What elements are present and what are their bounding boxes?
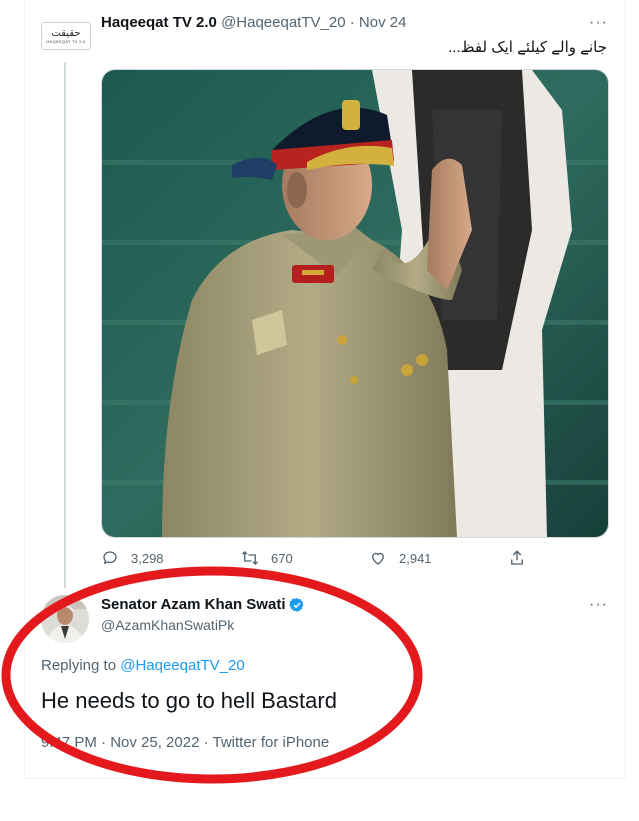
tweet1-photo[interactable] xyxy=(101,69,609,538)
tweet1-text: جانے والے کیلئے ایک لفظ... xyxy=(448,39,607,56)
general-waving-photo xyxy=(102,70,608,537)
thread-connector-line xyxy=(64,62,66,588)
tweet2-name-row: Senator Azam Khan Swati xyxy=(101,596,305,613)
profile-photo xyxy=(41,595,89,643)
avatar-logo-subtext: HAQEEQAT TV 2.0 xyxy=(46,38,86,44)
tweet2-display-name[interactable]: Senator Azam Khan Swati xyxy=(101,596,285,613)
tweet2-handle[interactable]: @AzamKhanSwatiPk xyxy=(101,617,234,633)
tweet2-more-icon[interactable]: ··· xyxy=(589,596,608,614)
tweet2-text: He needs to go to hell Bastard xyxy=(41,688,337,713)
tweet2-timestamp[interactable]: 9:47 PM · Nov 25, 2022 · Twitter for iPh… xyxy=(41,734,329,751)
replying-to-line: Replying to @HaqeeqatTV_20 xyxy=(41,657,245,674)
share-icon xyxy=(511,550,523,565)
like-button[interactable]: 2,941 xyxy=(369,549,432,567)
tweet1-separator: · xyxy=(349,14,355,31)
replying-to-handle-link[interactable]: @HaqeeqatTV_20 xyxy=(120,657,244,674)
tweet1-header: Haqeeqat TV 2.0 @HaqeeqatTV_20 · Nov 24 xyxy=(101,14,406,31)
reply-count: 3,298 xyxy=(131,550,164,566)
reply-button[interactable]: 3,298 xyxy=(101,549,164,567)
replying-to-label: Replying to xyxy=(41,657,117,674)
heart-icon xyxy=(372,552,384,565)
reply-icon xyxy=(103,551,117,565)
avatar-logo-text: حقیقت xyxy=(51,27,81,39)
verified-badge-icon xyxy=(289,597,304,612)
retweet-button[interactable]: 670 xyxy=(241,549,293,567)
haqeeqat-avatar[interactable]: حقیقت HAQEEQAT TV 2.0 xyxy=(41,22,91,50)
like-count: 2,941 xyxy=(399,550,432,566)
tweet1-more-icon[interactable]: ··· xyxy=(589,14,608,32)
retweet-icon xyxy=(242,551,258,565)
azam-swati-avatar[interactable] xyxy=(41,595,89,643)
tweet1-handle[interactable]: @HaqeeqatTV_20 xyxy=(221,14,345,31)
share-button[interactable] xyxy=(508,549,538,567)
retweet-count: 670 xyxy=(271,550,293,566)
tweet1-actions-bar: 3,298 670 2,941 xyxy=(101,549,607,571)
tweet1-date[interactable]: Nov 24 xyxy=(359,14,407,31)
tweet1-display-name[interactable]: Haqeeqat TV 2.0 xyxy=(101,14,217,31)
